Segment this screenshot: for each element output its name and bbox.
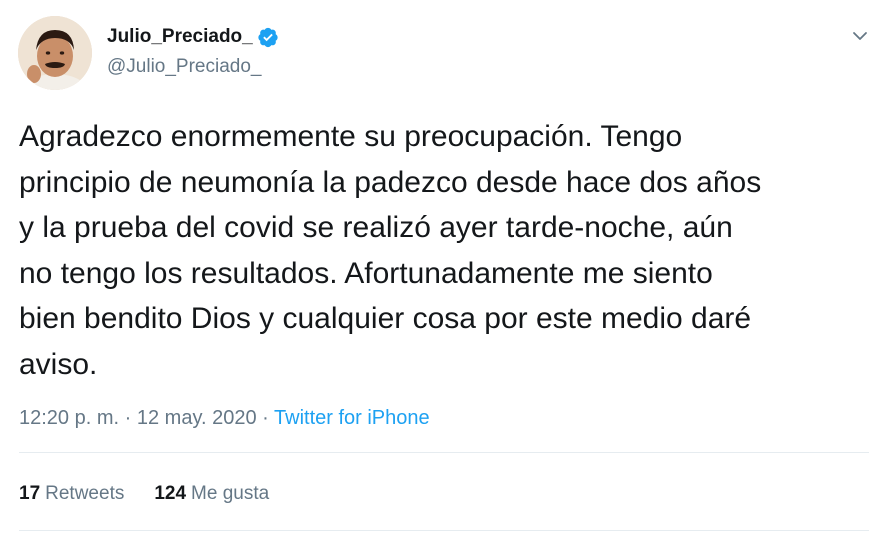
- likes-stat[interactable]: 124 Me gusta: [154, 483, 269, 505]
- author-block: Julio_Preciado_ @Julio_Preciado_: [107, 25, 279, 78]
- display-name[interactable]: Julio_Preciado_: [107, 26, 253, 48]
- avatar[interactable]: [18, 16, 92, 90]
- likes-label: Me gusta: [191, 483, 270, 504]
- tweet-source-link[interactable]: Twitter for iPhone: [274, 407, 430, 429]
- retweets-label: Retweets: [45, 483, 125, 504]
- user-handle[interactable]: @Julio_Preciado_: [107, 56, 279, 78]
- chevron-down-icon[interactable]: [850, 26, 870, 46]
- tweet-text: Agradezco enormemente su preocupación. T…: [19, 120, 762, 381]
- retweets-count: 17: [19, 483, 41, 504]
- tweet-metadata: 12:20 p. m. · 12 may. 2020 · Twitter for…: [19, 407, 430, 430]
- engagement-stats: 17 Retweets 124 Me gusta: [19, 483, 269, 505]
- meta-separator: ·: [124, 407, 132, 429]
- retweets-stat[interactable]: 17 Retweets: [19, 483, 124, 505]
- divider: [19, 530, 869, 531]
- verified-badge-icon: [257, 26, 279, 48]
- tweet-card: Julio_Preciado_ @Julio_Preciado_ Agradez…: [0, 0, 888, 536]
- tweet-date[interactable]: 12 may. 2020: [137, 407, 257, 429]
- meta-separator: ·: [262, 407, 269, 429]
- likes-count: 124: [154, 483, 187, 504]
- tweet-time[interactable]: 12:20 p. m.: [19, 407, 119, 429]
- divider: [19, 452, 869, 453]
- avatar-image: [18, 16, 92, 90]
